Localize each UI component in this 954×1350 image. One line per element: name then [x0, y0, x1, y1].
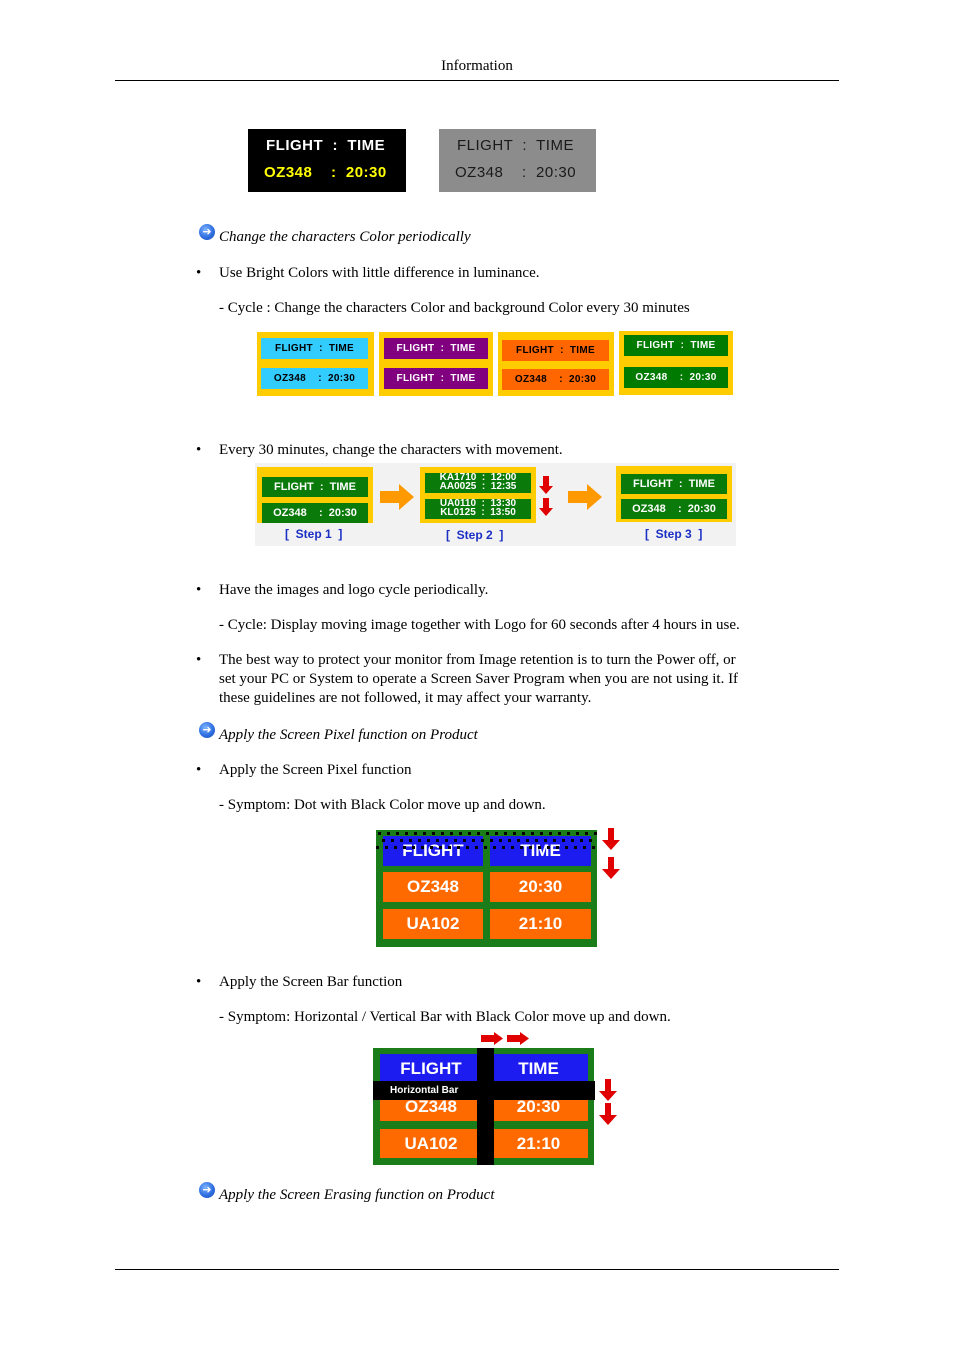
cell-flight-2: UA102 [380, 1129, 482, 1158]
bullet-icon: • [196, 652, 202, 668]
cell-time-2: 21:10 [489, 1129, 588, 1158]
orange-arrow-right-icon [380, 484, 414, 510]
page-header-title: Information [441, 58, 513, 74]
vertical-bar [477, 1048, 494, 1165]
color-board-green: FLIGHT : TIME OZ348 : 20:30 [619, 331, 733, 395]
section-heading-color-cycle: Change the characters Color periodically [219, 229, 471, 245]
movement-steps-figure: FLIGHT : TIME OZ348 : 20:30 [ Step 1 ] K… [255, 463, 736, 546]
board-line-2: OZ348 : 20:30 [264, 164, 387, 181]
red-arrow-right-icon [507, 1032, 529, 1045]
black-dots-overlay [376, 832, 597, 849]
power-off-line-3: these guidelines are not followed, it ma… [219, 690, 592, 706]
header-rule [115, 80, 839, 81]
board-row: OZ348 : 20:30 [621, 499, 727, 519]
bullet-movement: Every 30 minutes, change the characters … [219, 442, 563, 458]
step-1-label: [ Step 1 ] [285, 527, 343, 541]
note-screen-pixel: - Symptom: Dot with Black Color move up … [219, 797, 546, 813]
step-3-board: FLIGHT : TIME OZ348 : 20:30 [616, 466, 732, 522]
board-line-1: FLIGHT : TIME [266, 137, 386, 154]
board-row: OZ348 : 20:30 [502, 369, 609, 390]
cell-time-2: 21:10 [490, 909, 591, 939]
board-row: FLIGHT : TIME [384, 368, 488, 389]
header-cell-flight: FLIGHT [380, 1054, 482, 1083]
board-line-1: FLIGHT : TIME [457, 137, 574, 154]
red-arrow-down-icon [539, 498, 553, 516]
board-row: OZ348 : 20:30 [262, 503, 368, 523]
orange-arrow-right-icon [568, 484, 602, 510]
example-board-gray: FLIGHT : TIME OZ348 : 20:30 [439, 129, 596, 192]
bullet-screen-pixel: Apply the Screen Pixel function [219, 762, 412, 778]
color-board-purple: FLIGHT : TIME FLIGHT : TIME [379, 332, 493, 396]
cell-flight-2: UA102 [383, 909, 483, 939]
board-row-line: AA0025 : 12:35 [439, 480, 517, 492]
board-row: OZ348 : 20:30 [261, 368, 368, 389]
red-arrow-down-icon [599, 1103, 617, 1125]
red-arrow-right-icon [481, 1032, 503, 1045]
note-logo-cycle: - Cycle: Display moving image together w… [219, 617, 740, 633]
bullet-icon: • [196, 762, 202, 778]
step-1-board: FLIGHT : TIME OZ348 : 20:30 [257, 467, 373, 523]
bullet-icon: • [196, 974, 202, 990]
bullet-logo-cycle: Have the images and logo cycle periodica… [219, 582, 489, 598]
red-arrow-down-icon [539, 476, 553, 494]
red-arrow-down-icon [599, 1079, 617, 1101]
bullet-screen-bar: Apply the Screen Bar function [219, 974, 403, 990]
board-row: FLIGHT : TIME [384, 338, 488, 359]
board-row-line: KL0125 : 13:50 [440, 506, 516, 518]
bullet-icon: • [196, 265, 202, 281]
step-3-label: [ Step 3 ] [645, 527, 703, 541]
arrow-right-circle-icon: ➜ [199, 1182, 215, 1198]
step-2-label: [ Step 2 ] [446, 528, 504, 542]
footer-rule [115, 1269, 839, 1270]
arrow-right-circle-icon: ➜ [199, 224, 215, 240]
arrow-right-circle-icon: ➜ [199, 722, 215, 738]
color-board-orange: FLIGHT : TIME OZ348 : 20:30 [498, 332, 614, 396]
note-cycle-30min: - Cycle : Change the characters Color an… [219, 300, 690, 316]
bullet-icon: • [196, 442, 202, 458]
board-row: OZ348 : 20:30 [624, 367, 728, 388]
horizontal-bar: Horizontal Bar [373, 1081, 595, 1100]
board-line-2: OZ348 : 20:30 [455, 164, 577, 181]
bullet-icon: • [196, 582, 202, 598]
note-screen-bar: - Symptom: Horizontal / Vertical Bar wit… [219, 1009, 671, 1025]
board-row-scrolling: KA1710 : 12:00 AA0025 : 12:35 [425, 473, 531, 493]
red-arrow-down-icon [602, 857, 620, 879]
step-2-board: KA1710 : 12:00 AA0025 : 12:35 UA0110 : 1… [420, 467, 536, 523]
color-board-cyan: FLIGHT : TIME OZ348 : 20:30 [257, 332, 374, 396]
bullet-bright-colors: Use Bright Colors with little difference… [219, 265, 540, 281]
power-off-line-1: The best way to protect your monitor fro… [219, 652, 736, 668]
board-row: FLIGHT : TIME [262, 477, 368, 497]
board-row: FLIGHT : TIME [621, 474, 727, 494]
example-board-black: FLIGHT : TIME OZ348 : 20:30 [248, 129, 406, 192]
board-row: FLIGHT : TIME [624, 335, 728, 356]
board-row-scrolling: UA0110 : 13:30 KL0125 : 13:50 [425, 499, 531, 519]
cell-flight-1: OZ348 [383, 872, 483, 902]
red-arrow-down-icon [602, 828, 620, 850]
power-off-line-2: set your PC or System to operate a Scree… [219, 671, 739, 687]
header-cell-time: TIME [489, 1054, 588, 1083]
horizontal-bar-label: Horizontal Bar [390, 1085, 459, 1096]
section-heading-screen-erasing: Apply the Screen Erasing function on Pro… [219, 1187, 495, 1203]
board-row: FLIGHT : TIME [502, 340, 609, 361]
section-heading-screen-pixel: Apply the Screen Pixel function on Produ… [219, 727, 478, 743]
board-row: FLIGHT : TIME [261, 338, 368, 359]
screen-pixel-board: FLIGHT TIME OZ348 20:30 UA102 21:10 [376, 830, 597, 947]
cell-time-1: 20:30 [490, 872, 591, 902]
screen-bar-board: FLIGHT TIME OZ348 20:30 UA102 21:10 Hori… [373, 1048, 595, 1165]
